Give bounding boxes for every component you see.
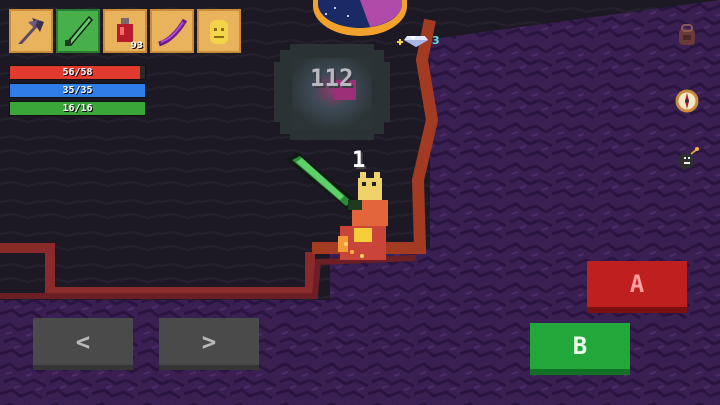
backpack-icon[interactable] bbox=[674, 22, 700, 48]
gem-count: 3 bbox=[432, 33, 440, 47]
potion-count: 93 bbox=[130, 41, 143, 51]
gem-icon bbox=[397, 36, 428, 47]
hotbar-slot-greatsword[interactable] bbox=[56, 9, 100, 53]
mana-bar: 35/35 bbox=[9, 83, 146, 98]
health-text: 56/58 bbox=[62, 67, 93, 78]
move-right-button[interactable]: > bbox=[159, 318, 259, 370]
a-button[interactable]: A bbox=[587, 261, 687, 313]
compass-icon[interactable] bbox=[674, 88, 700, 114]
stamina-bar: 16/16 bbox=[9, 101, 146, 116]
hotbar-slot-scythe[interactable] bbox=[150, 9, 194, 53]
bomb-icon[interactable] bbox=[674, 146, 700, 172]
damage-number-orb: 112 bbox=[310, 64, 354, 92]
health-bar: 56/58 bbox=[9, 65, 146, 80]
hotbar-slot-axe[interactable] bbox=[9, 9, 53, 53]
battle-axe-icon bbox=[18, 18, 44, 44]
game-viewport[interactable]: 93 56/58 35/35 16/16 3 112 1 < > A B bbox=[0, 0, 720, 405]
damage-number-player: 1 bbox=[352, 148, 366, 173]
hotbar-slot-potion[interactable]: 93 bbox=[103, 9, 147, 53]
green-greatsword-icon bbox=[65, 16, 93, 46]
stat-bars: 56/58 35/35 16/16 bbox=[9, 65, 146, 119]
b-button[interactable]: B bbox=[530, 323, 630, 375]
stamina-text: 16/16 bbox=[62, 103, 93, 114]
item-hotbar: 93 bbox=[9, 9, 241, 53]
gem-counter: 3 bbox=[397, 32, 440, 48]
hotbar-slot-idol[interactable] bbox=[197, 9, 241, 53]
mana-text: 35/35 bbox=[62, 85, 93, 96]
orb-enemy[interactable] bbox=[274, 44, 390, 140]
golden-idol-icon bbox=[210, 20, 228, 44]
purple-scythe-icon bbox=[158, 18, 188, 47]
move-left-button[interactable]: < bbox=[33, 318, 133, 370]
